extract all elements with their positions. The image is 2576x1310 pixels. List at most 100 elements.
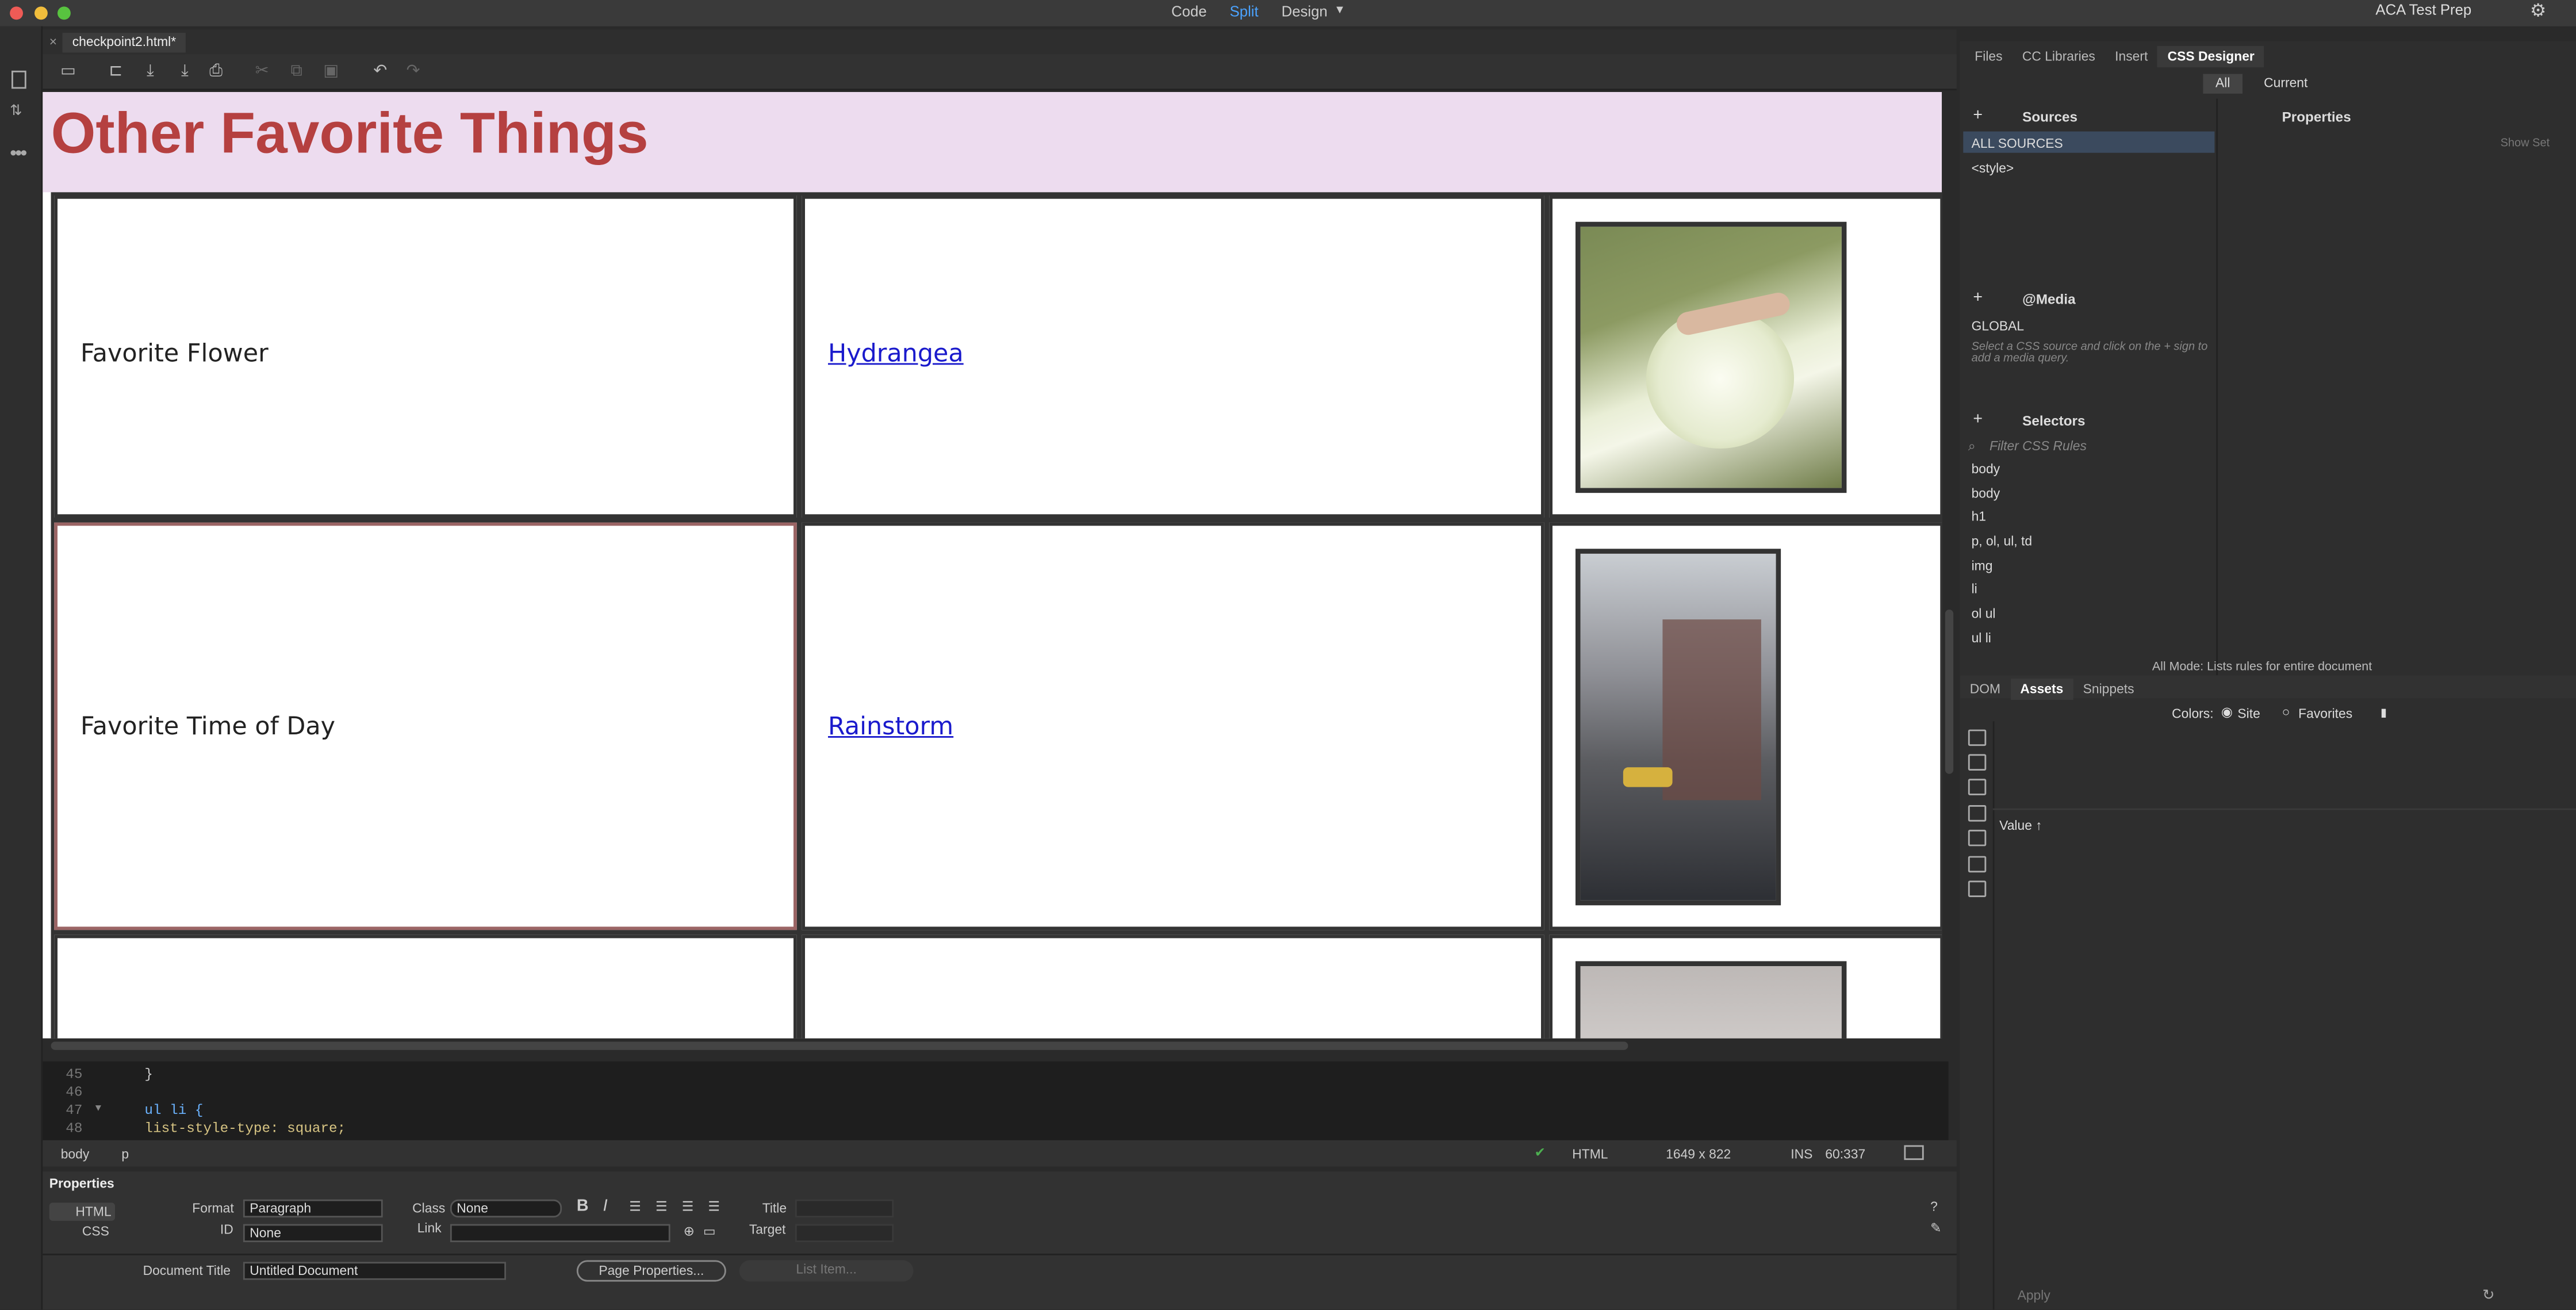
html-mode-button[interactable]: HTML: [49, 1202, 115, 1221]
code-line[interactable]: list-style-type: square;: [144, 1121, 346, 1137]
show-set-checkbox[interactable]: Show Set: [2501, 138, 2550, 150]
link-input[interactable]: [450, 1224, 670, 1242]
target-select[interactable]: [795, 1224, 894, 1242]
tab-snippets[interactable]: Snippets: [2073, 679, 2144, 700]
maximize-window-button[interactable]: [57, 6, 71, 20]
code-line[interactable]: ul li {: [144, 1102, 203, 1119]
id-select[interactable]: None: [243, 1224, 383, 1242]
vertical-scrollbar[interactable]: [1942, 92, 1957, 1055]
hydrangea-link[interactable]: Hydrangea: [828, 339, 964, 368]
copy-icon[interactable]: ⧉: [288, 63, 305, 81]
rainstorm-link[interactable]: Rainstorm: [828, 711, 953, 741]
current-toggle[interactable]: Current: [2264, 74, 2307, 94]
selector-item[interactable]: body: [1972, 487, 2000, 501]
table-cell[interactable]: [802, 934, 1544, 1039]
site-radio[interactable]: ◉: [2221, 705, 2233, 720]
page-heading[interactable]: Other Favorite Things: [51, 102, 649, 167]
code-mode-button[interactable]: Code: [1171, 3, 1206, 20]
table-cell[interactable]: [1549, 522, 1942, 930]
list-item-button[interactable]: List Item...: [739, 1260, 914, 1282]
table-cell[interactable]: Favorite Flower: [54, 196, 797, 518]
gear-icon[interactable]: ⚙: [2530, 0, 2546, 21]
tab-dom[interactable]: DOM: [1960, 679, 2011, 700]
colors-icon[interactable]: [1968, 754, 1987, 771]
code-line[interactable]: }: [144, 1066, 153, 1083]
tab-assets[interactable]: Assets: [2010, 679, 2073, 700]
urls-icon[interactable]: [1968, 779, 1987, 795]
ordered-list-icon[interactable]: ☰: [656, 1200, 667, 1215]
scripts-icon[interactable]: [1968, 829, 1987, 846]
tag-selector-p[interactable]: p: [121, 1147, 129, 1162]
refresh-icon[interactable]: ↻: [2482, 1286, 2495, 1304]
bookmark-icon[interactable]: ▮: [2380, 707, 2387, 719]
paste-icon[interactable]: ▣: [322, 63, 340, 81]
table-cell[interactable]: Favorite Time of Day: [54, 522, 797, 930]
tab-css-designer[interactable]: CSS Designer: [2157, 46, 2264, 68]
selector-item[interactable]: p, ol, ul, td: [1972, 534, 2032, 549]
document-tab[interactable]: checkpoint2.html*: [62, 33, 186, 53]
document-title-input[interactable]: Untitled Document: [243, 1262, 506, 1280]
images-icon[interactable]: [1968, 729, 1987, 746]
horizontal-scrollbar[interactable]: [43, 1038, 1942, 1055]
all-toggle[interactable]: All: [2203, 74, 2242, 94]
unordered-list-icon[interactable]: ☰: [629, 1200, 641, 1215]
selector-item[interactable]: li: [1972, 581, 1977, 596]
print-icon[interactable]: ⎙: [207, 63, 225, 81]
table-cell[interactable]: [54, 934, 797, 1039]
close-window-button[interactable]: [10, 6, 23, 20]
table-cell[interactable]: [1549, 934, 1942, 1039]
selector-item[interactable]: body: [1972, 462, 2000, 477]
tab-insert[interactable]: Insert: [2105, 46, 2157, 67]
undo-icon[interactable]: ↶: [371, 63, 389, 81]
code-view[interactable]: 45 } 46 47 ▼ ul li { 48 list-style-type:…: [43, 1061, 1949, 1140]
help-icon[interactable]: ?: [1930, 1200, 1938, 1215]
design-mode-button[interactable]: Design: [1282, 3, 1328, 20]
templates-icon[interactable]: [1968, 856, 1987, 873]
class-select[interactable]: None: [450, 1199, 562, 1218]
document-type-select[interactable]: HTML: [1572, 1147, 1608, 1162]
indent-icon[interactable]: ☰: [708, 1200, 719, 1215]
table-cell[interactable]: [1549, 196, 1942, 518]
apply-button[interactable]: Apply: [2018, 1288, 2050, 1303]
selector-item[interactable]: ol ul: [1972, 606, 1996, 621]
table-cell[interactable]: Rainstorm: [802, 522, 1544, 930]
css-mode-button[interactable]: CSS: [82, 1224, 109, 1239]
add-source-icon[interactable]: +: [1973, 107, 1983, 125]
tab-cc-libraries[interactable]: CC Libraries: [2012, 46, 2105, 67]
selector-item[interactable]: h1: [1972, 510, 1986, 524]
point-to-file-icon[interactable]: ⊕: [684, 1224, 695, 1239]
window-size-select[interactable]: 1649 x 822: [1666, 1147, 1731, 1162]
redo-icon[interactable]: ↷: [404, 63, 422, 81]
design-view[interactable]: Other Favorite Things Favorite Flower Hy…: [43, 92, 1942, 1039]
library-icon[interactable]: [1968, 880, 1987, 897]
bold-icon[interactable]: B: [577, 1198, 589, 1216]
global-media-item[interactable]: GLOBAL: [1972, 319, 2024, 334]
filter-css-rules-input[interactable]: Filter CSS Rules: [1989, 439, 2087, 454]
style-source-item[interactable]: <style>: [1972, 161, 2014, 176]
open-folder-icon[interactable]: ⊏: [107, 63, 125, 81]
title-input[interactable]: [795, 1199, 894, 1218]
chevron-down-icon[interactable]: ▼: [1334, 5, 1346, 20]
selector-item[interactable]: img: [1972, 558, 1993, 573]
split-mode-button[interactable]: Split: [1230, 3, 1259, 20]
collapse-arrow-icon[interactable]: ▼: [95, 1102, 101, 1114]
edit-icon[interactable]: ✎: [1930, 1221, 1941, 1236]
value-column-header[interactable]: Value ↑: [1999, 818, 2042, 833]
save-all-icon[interactable]: ⤓: [176, 63, 194, 81]
outdent-icon[interactable]: ☰: [682, 1200, 693, 1215]
workspace-switcher[interactable]: ACA Test Prep: [2375, 2, 2471, 18]
close-tab-icon[interactable]: ×: [49, 35, 57, 49]
more-options-icon[interactable]: •••: [10, 141, 27, 164]
new-document-icon[interactable]: ▭: [59, 63, 77, 81]
format-select[interactable]: Paragraph: [243, 1199, 383, 1218]
cut-icon[interactable]: ✂: [253, 63, 271, 81]
selector-item[interactable]: ul li: [1972, 631, 1991, 646]
tab-files[interactable]: Files: [1965, 46, 2012, 67]
file-management-icon[interactable]: ⇅: [10, 102, 22, 120]
table-cell[interactable]: Hydrangea: [802, 196, 1544, 518]
favorites-radio[interactable]: ○: [2282, 705, 2290, 720]
live-view-icon[interactable]: [1904, 1145, 1924, 1160]
page-properties-button[interactable]: Page Properties...: [576, 1260, 726, 1282]
document-icon[interactable]: [12, 70, 26, 89]
tag-selector-body[interactable]: body: [61, 1147, 90, 1162]
